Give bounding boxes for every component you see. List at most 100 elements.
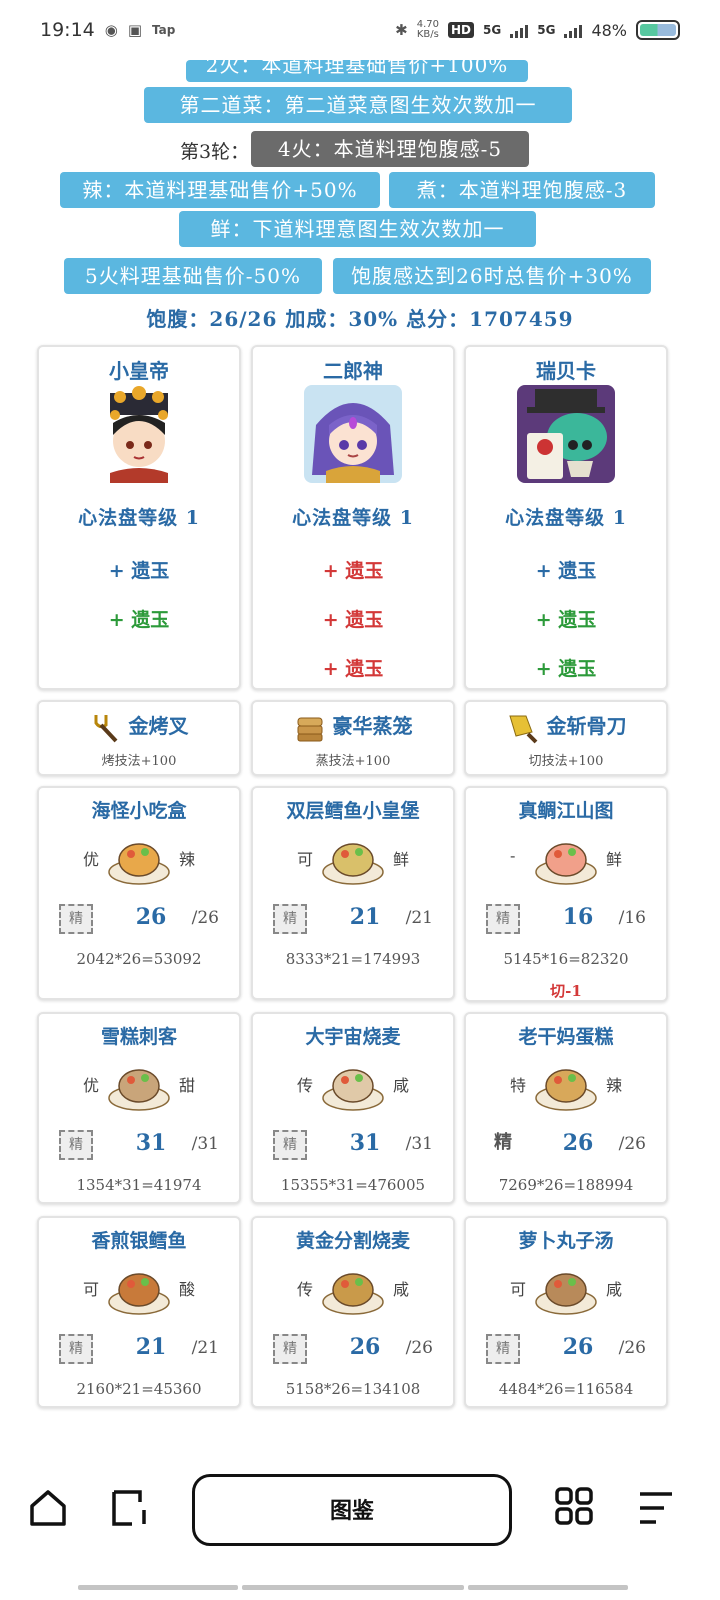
dish-image — [108, 843, 170, 885]
dish-count[interactable]: 16 — [558, 904, 598, 930]
dish-image — [108, 1069, 170, 1111]
dish-count[interactable]: 26 — [558, 1130, 598, 1156]
home-indicator — [78, 1585, 238, 1590]
chef-card[interactable]: 瑞贝卡 心法盘等级 1 + 遗玉 + 遗玉 + 遗玉 — [464, 345, 668, 690]
jade-slot[interactable]: + 遗玉 — [39, 605, 239, 632]
dish-rank: 可 — [83, 1280, 100, 1299]
jade-slot[interactable]: + 遗玉 — [253, 654, 453, 681]
tabs-icon[interactable] — [110, 1488, 152, 1528]
dish-max: /16 — [618, 908, 646, 928]
dish-formula: 5158*26=134108 — [285, 1380, 421, 1398]
chef-avatar — [90, 385, 188, 483]
bottom-nav: 图鉴 — [0, 1466, 720, 1556]
jade-slot[interactable]: + 遗玉 — [466, 654, 666, 681]
dish-max: /31 — [191, 1134, 219, 1154]
refine-checkbox[interactable]: 精 — [486, 1334, 520, 1364]
chef-card[interactable]: 二郎神 心法盘等级 1 + 遗玉 + 遗玉 + 遗玉 — [251, 345, 455, 690]
dish-card[interactable]: 黄金分割烧麦传 咸精 26/26 5158*26=134108 — [251, 1216, 455, 1408]
dish-max: /26 — [618, 1134, 646, 1154]
jade-slot[interactable]: + 遗玉 — [466, 556, 666, 583]
catalog-button[interactable]: 图鉴 — [192, 1474, 512, 1546]
dish-name: 大宇宙烧麦 — [305, 1026, 401, 1048]
refine-checkbox[interactable]: 精 — [59, 1130, 93, 1160]
dish-flavor: 酸 — [178, 1280, 195, 1299]
dish-name: 老干妈蛋糕 — [518, 1026, 614, 1048]
buff-boil: 煮：本道料理饱腹感-3 — [389, 172, 655, 208]
dish-flavor: 甜 — [178, 1076, 195, 1095]
tool-name: 豪华蒸笼 — [253, 710, 453, 744]
dish-rank: 可 — [510, 1280, 527, 1299]
refine-checkbox[interactable]: 精 — [273, 904, 307, 934]
dish-card[interactable]: 双层鳕鱼小皇堡可 鲜精 21/21 8333*21=174993 — [251, 786, 455, 1000]
dish-rank: 传 — [297, 1280, 314, 1299]
refine-checkbox[interactable]: 精 — [59, 1334, 93, 1364]
dish-count[interactable]: 21 — [345, 904, 385, 930]
dish-formula: 2042*26=53092 — [76, 950, 202, 968]
dish-card[interactable]: 老干妈蛋糕特 辣精 26/26 7269*26=188994 — [464, 1012, 668, 1204]
dish-rank: - — [510, 846, 516, 865]
status-bar: 19:14 ◉ ▣ Tap ✱ 4.70 KB/s HD 5G 5G 48% — [0, 0, 720, 60]
chef-card[interactable]: 小皇帝 心法盘等级 1 + 遗玉 + 遗玉 — [37, 345, 241, 690]
apps-grid-icon[interactable] — [554, 1486, 594, 1526]
chef-name: 二郎神 — [323, 359, 383, 383]
refine-checkbox[interactable]: 精 — [273, 1334, 307, 1364]
dish-formula: 8333*21=174993 — [285, 950, 421, 968]
jade-slot[interactable]: + 遗玉 — [466, 605, 666, 632]
dish-flavor: 辣 — [178, 850, 195, 869]
dish-name: 雪糕刺客 — [100, 1026, 177, 1048]
tool-card[interactable]: 金斩骨刀 切技法+100 — [464, 700, 668, 776]
roasting-fork-icon — [94, 714, 117, 742]
score-summary: 饱腹：26/26 加成：30% 总分：1707459 — [146, 307, 574, 331]
refine-checkbox[interactable]: 精 — [59, 904, 93, 934]
dish-card[interactable]: 海怪小吃盒优 辣精 26/26 2042*26=53092 — [37, 786, 241, 1000]
tool-card[interactable]: 金烤叉 烤技法+100 — [37, 700, 241, 776]
dish-card[interactable]: 萝卜丸子汤可 咸精 26/26 4484*26=116584 — [464, 1216, 668, 1408]
tool-desc: 切技法+100 — [528, 754, 604, 769]
dish-max: /26 — [191, 908, 219, 928]
dish-count[interactable]: 21 — [131, 1334, 171, 1360]
dish-count[interactable]: 26 — [131, 904, 171, 930]
dish-max: /31 — [405, 1134, 433, 1154]
dish-formula: 1354*31=41974 — [76, 1176, 202, 1194]
dish-name: 海怪小吃盒 — [91, 800, 187, 822]
steamer-icon — [297, 717, 323, 741]
dish-count[interactable]: 31 — [131, 1130, 171, 1156]
jade-slot[interactable]: + 遗玉 — [253, 605, 453, 632]
dish-card[interactable]: 香煎银鳕鱼可 酸精 21/21 2160*21=45360 — [37, 1216, 241, 1408]
dish-formula: 15355*31=476005 — [280, 1176, 426, 1194]
buff-fire5: 5火料理基础售价-50% — [64, 258, 322, 294]
bluetooth-icon: ✱ — [395, 21, 408, 39]
dish-count[interactable]: 31 — [345, 1130, 385, 1156]
hd-icon: HD — [448, 22, 475, 38]
jade-slot[interactable]: + 遗玉 — [253, 556, 453, 583]
dish-card[interactable]: 雪糕刺客优 甜精 31/31 1354*31=41974 — [37, 1012, 241, 1204]
tool-name: 金斩骨刀 — [466, 710, 666, 744]
refine-checkbox[interactable]: 精 — [486, 904, 520, 934]
dish-max: /21 — [405, 908, 433, 928]
menu-icon[interactable] — [636, 1488, 676, 1528]
refine-checkbox[interactable]: 精 — [273, 1130, 307, 1160]
chef-level: 心法盘等级 1 — [505, 507, 627, 529]
buff-spicy: 辣：本道料理基础售价+50% — [60, 172, 380, 208]
dish-flavor: 辣 — [605, 1076, 622, 1095]
dish-count[interactable]: 26 — [345, 1334, 385, 1360]
jade-slot[interactable]: + 遗玉 — [39, 556, 239, 583]
dish-flavor: 咸 — [392, 1280, 409, 1299]
dish-card[interactable]: 真鲷江山图 - 鲜精 16/16 5145*16=82320 切-1 — [464, 786, 668, 1002]
chef-name: 小皇帝 — [109, 359, 169, 383]
round-effect: 4火：本道料理饱腹感-5 — [251, 131, 529, 167]
dish-count[interactable]: 26 — [558, 1334, 598, 1360]
chef-level: 心法盘等级 1 — [78, 507, 200, 529]
tool-card[interactable]: 豪华蒸笼 蒸技法+100 — [251, 700, 455, 776]
refine-checkbox[interactable]: 精 — [486, 1130, 520, 1160]
chef-avatar — [304, 385, 402, 483]
dish-modifier: 切-1 — [550, 982, 582, 1000]
dish-image — [535, 1069, 597, 1111]
chef-level: 心法盘等级 1 — [292, 507, 414, 529]
network-type-1: 5G — [483, 23, 502, 37]
home-icon[interactable] — [28, 1488, 68, 1528]
signal-icon-1 — [510, 22, 529, 38]
dish-card[interactable]: 大宇宙烧麦传 咸精 31/31 15355*31=476005 — [251, 1012, 455, 1204]
dish-rank: 传 — [297, 1076, 314, 1095]
buff-satiety: 饱腹感达到26时总售价+30% — [333, 258, 651, 294]
